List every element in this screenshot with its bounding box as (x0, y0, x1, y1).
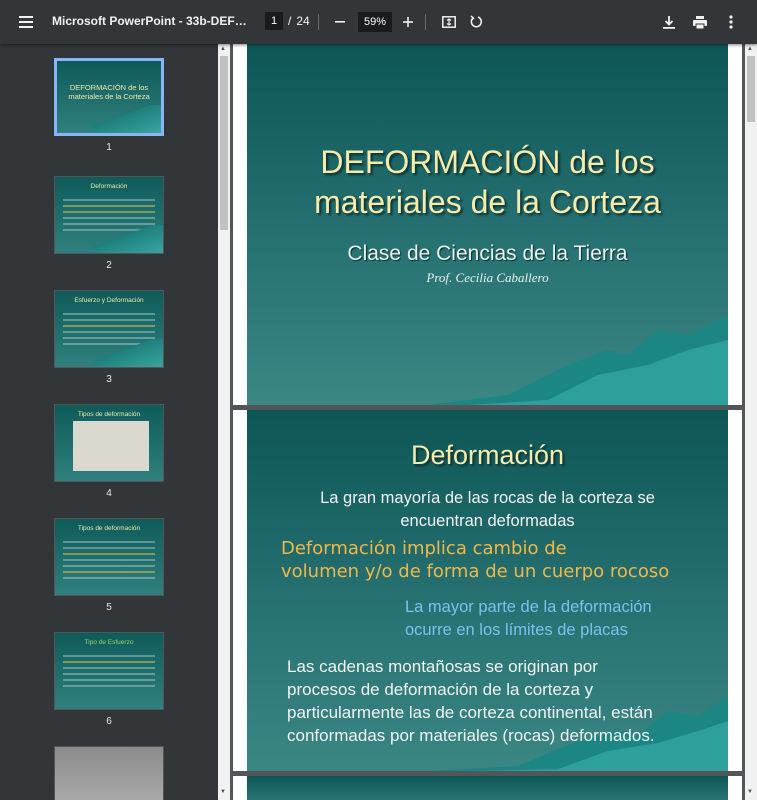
thumbnail-item[interactable]: Tipos de deformación 4 (54, 404, 164, 499)
thumbnail-image: Tipos de deformación (54, 404, 164, 482)
scroll-down-icon[interactable]: ▼ (220, 789, 226, 795)
thumbnail-wave (93, 225, 163, 253)
toolbar-divider (425, 14, 426, 30)
total-pages: 24 (296, 14, 310, 28)
thumbnail-number: 6 (106, 716, 112, 727)
thumbnail-item[interactable] (54, 746, 164, 800)
page-indicator: / 24 (265, 12, 310, 30)
print-icon[interactable] (686, 8, 714, 36)
thumbnail-item[interactable]: Esfuerzo y Deformación 3 (54, 290, 164, 385)
slide-title: Deformación (410, 440, 565, 470)
document-viewer: DEFORMACIÓN de los materiales de la Cort… (230, 44, 745, 800)
slide-2: Deformación La gran mayoría de las rocas… (247, 410, 728, 771)
slide-paragraph: La gran mayoría de las rocas de la corte… (320, 489, 655, 530)
thumbnail-title: Tipos de deformación (77, 411, 141, 418)
slide-paragraph-blue: La mayor parte de la deformación ocurre … (405, 598, 652, 639)
toolbar-divider (318, 14, 319, 30)
slide-title: DEFORMACIÓN de los materiales de la Cort… (314, 144, 661, 220)
scroll-down-icon[interactable]: ▼ (747, 789, 753, 795)
slide-paragraph: Las cadenas montañosas se originan por p… (287, 657, 655, 745)
document-title: Microsoft PowerPoint - 33b-DEFORMA... (52, 14, 252, 28)
slide-3 (247, 776, 728, 800)
thumbnail-number: 2 (106, 260, 112, 271)
thumbnail-item[interactable]: DEFORMACIÓN de los materiales de la Cort… (54, 58, 164, 153)
thumbnail-wave (93, 339, 163, 367)
thumbnail-item[interactable]: Deformación 2 (54, 176, 164, 271)
thumbnail-title: Tipo de Esfuerzo (84, 639, 134, 646)
rotate-icon[interactable] (462, 8, 490, 36)
viewer-scrollbar[interactable] (745, 44, 757, 800)
viewer-scrollbar-thumb[interactable] (747, 56, 755, 122)
thumbnail-title: Esfuerzo y Deformación (74, 297, 144, 304)
more-vert-icon[interactable] (717, 8, 745, 36)
page-1: DEFORMACIÓN de los materiales de la Cort… (233, 44, 742, 405)
thumbnail-image: Esfuerzo y Deformación (54, 290, 164, 368)
sidebar-scrollbar-thumb[interactable] (220, 56, 228, 230)
thumbnail-wave (91, 105, 161, 133)
slide-paragraph-highlight: Deformación implica cambio de volumen y/… (281, 538, 670, 582)
thumbnail-number: 3 (106, 374, 112, 385)
thumbnail-sidebar: DEFORMACIÓN de los materiales de la Cort… (0, 44, 218, 800)
thumbnail-number: 1 (106, 142, 112, 153)
thumbnail-item[interactable]: Tipos de deformación 5 (54, 518, 164, 613)
page-3 (233, 776, 742, 800)
thumbnail-image: Tipos de deformación (54, 518, 164, 596)
scroll-up-icon[interactable]: ▲ (747, 46, 753, 52)
minus-icon[interactable] (326, 8, 354, 36)
viewer-toolbar: Microsoft PowerPoint - 33b-DEFORMA... / … (0, 0, 757, 44)
thumbnail-number: 4 (106, 488, 112, 499)
download-icon[interactable] (655, 8, 683, 36)
page-2: Deformación La gran mayoría de las rocas… (233, 410, 742, 771)
thumbnail-item[interactable]: Tipo de Esfuerzo 6 (54, 632, 164, 727)
thumbnail-title: Deformación (90, 183, 128, 190)
zoom-input[interactable] (358, 12, 392, 32)
thumbnail-image: DEFORMACIÓN de los materiales de la Cort… (54, 58, 164, 136)
scroll-up-icon[interactable]: ▲ (220, 46, 226, 52)
fit-page-icon[interactable] (435, 8, 463, 36)
page-number-input[interactable] (265, 12, 283, 30)
slide-wave-decoration (428, 315, 728, 405)
slide-1: DEFORMACIÓN de los materiales de la Cort… (247, 44, 728, 405)
thumbnail-image: Tipo de Esfuerzo (54, 632, 164, 710)
thumbnail-image (54, 746, 164, 800)
plus-icon[interactable] (394, 8, 422, 36)
thumbnail-diagram (73, 421, 149, 471)
thumbnail-image: Deformación (54, 176, 164, 254)
slide-subtitle: Clase de Ciencias de la Tierra (347, 242, 628, 265)
page-separator: / (288, 14, 292, 28)
slide-author: Prof. Cecilia Caballero (426, 270, 549, 285)
hamburger-menu-icon[interactable] (12, 8, 40, 36)
thumbnail-title: DEFORMACIÓN de los materiales de la Cort… (68, 83, 150, 101)
thumbnail-number: 5 (106, 602, 112, 613)
thumbnail-title: Tipos de deformación (77, 525, 141, 532)
